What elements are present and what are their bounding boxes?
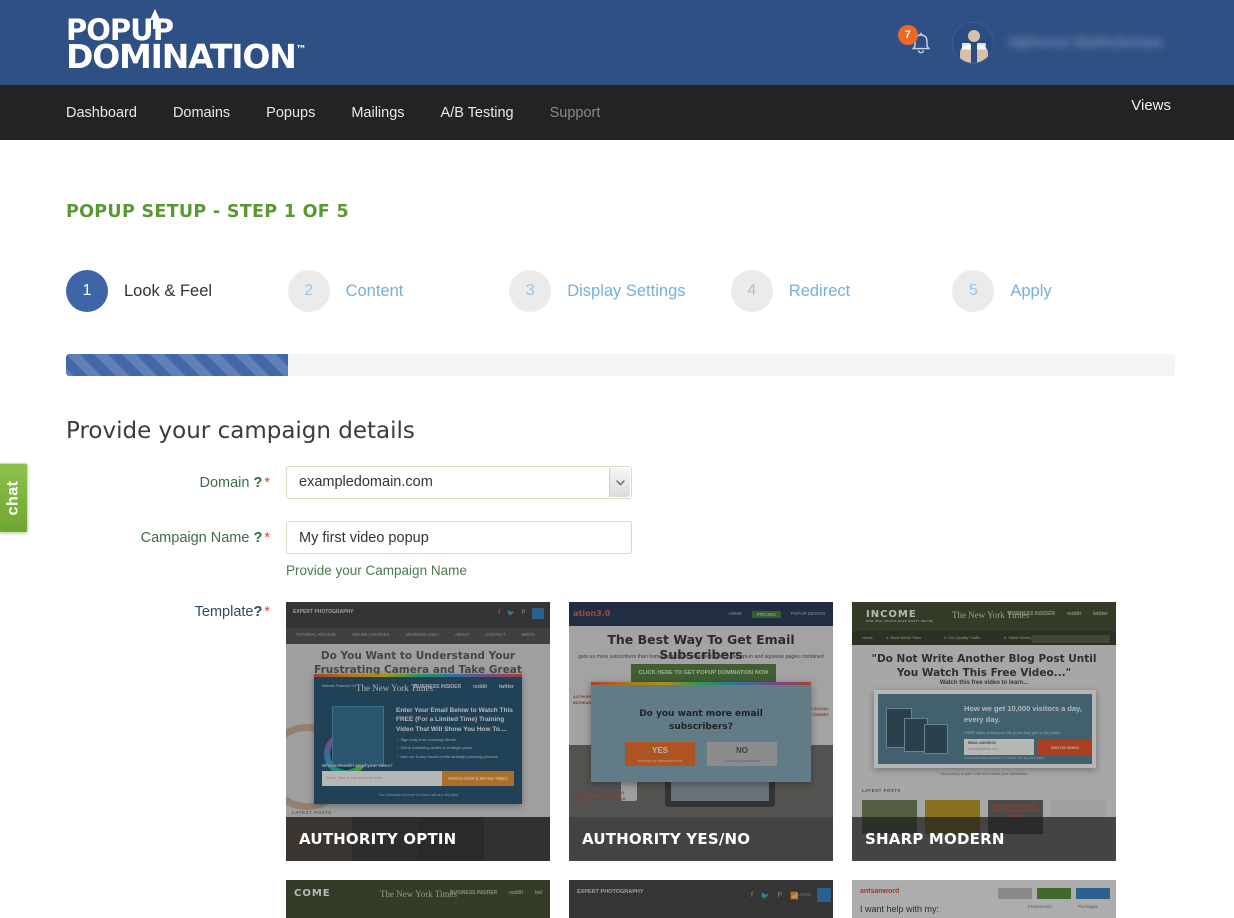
logo-arrow-stem — [153, 19, 157, 29]
step-5-label: Apply — [1010, 281, 1052, 300]
template-card-row2-1[interactable]: COME The New York Times BUSINESS INSIDER… — [286, 880, 550, 918]
template-card-authority-yes-no[interactable]: ation3.0 HOME PRICING POPUP DESIGN The Bes… — [569, 602, 833, 861]
step-5-number: 5 — [952, 270, 995, 312]
template-field-col: EXPERT PHOTOGRAPHY f🐦P📶 TUTORIAL ARCHIVE… — [286, 600, 1174, 918]
nav-item-ab-testing[interactable]: A/B Testing — [423, 105, 532, 121]
template-grid: EXPERT PHOTOGRAPHY f🐦P📶 TUTORIAL ARCHIVE… — [286, 602, 1174, 918]
step-1-look-and-feel[interactable]: 1 Look & Feel — [66, 270, 288, 312]
page-title: POPUP SETUP - STEP 1 OF 5 — [66, 202, 349, 222]
campaign-name-help-icon[interactable]: ? — [253, 530, 262, 546]
domain-help-icon[interactable]: ? — [253, 475, 262, 491]
step-indicator: 1 Look & Feel 2 Content 3 Display Settin… — [66, 270, 1174, 312]
header-right-area: 7 Alphonse Bartholomew — [896, 0, 1162, 85]
domain-label-text: Domain — [199, 475, 250, 491]
step-4-redirect[interactable]: 4 Redirect — [730, 270, 953, 312]
app-header: POPUP DOMINATION™ 7 Alphonse Bartholomew — [0, 0, 1234, 85]
avatar[interactable] — [951, 21, 994, 64]
template-card-authority-optin[interactable]: EXPERT PHOTOGRAPHY f🐦P📶 TUTORIAL ARCHIVE… — [286, 602, 550, 861]
template-label-text: Template — [194, 604, 254, 620]
nav-item-popups[interactable]: Popups — [248, 105, 333, 121]
logo-trademark: ™ — [295, 42, 307, 56]
step-4-number: 4 — [730, 270, 773, 312]
nav-item-mailings[interactable]: Mailings — [333, 105, 422, 121]
template-card-1-caption: AUTHORITY OPTIN — [286, 817, 550, 861]
nav-items: Dashboard Domains Popups Mailings A/B Te… — [66, 85, 618, 140]
campaign-name-label: Campaign Name ? * — [66, 521, 286, 546]
chat-tab-label: chat — [4, 480, 22, 516]
step-2-number: 2 — [287, 270, 330, 312]
campaign-name-help-text: Provide your Campaign Name — [286, 563, 467, 578]
step-4-label: Redirect — [788, 281, 851, 300]
form-row-template: Template?* EXPERT PHOTOGRAPHY f🐦P📶 TUTOR… — [66, 600, 1174, 918]
domain-label: Domain ? * — [66, 466, 286, 491]
campaign-name-label-text: Campaign Name — [140, 530, 250, 546]
step-2-content[interactable]: 2 Content — [287, 270, 510, 312]
notification-count-badge: 7 — [897, 24, 918, 45]
chevron-down-icon[interactable] — [609, 468, 630, 497]
form-row-domain: Domain ? * exampledomain.com — [66, 466, 1174, 499]
domain-select[interactable]: exampledomain.com — [286, 466, 632, 499]
domain-field-col: exampledomain.com — [286, 466, 1174, 499]
nav-item-domains[interactable]: Domains — [155, 105, 248, 121]
step-3-number: 3 — [509, 270, 552, 312]
progress-bar-track — [66, 354, 1175, 376]
step-1-label: Look & Feel — [124, 281, 213, 300]
template-required-marker: * — [264, 604, 270, 620]
domain-select-value: exampledomain.com — [299, 474, 433, 490]
username-label[interactable]: Alphonse Bartholomew — [1008, 34, 1162, 51]
nav-item-support[interactable]: Support — [532, 105, 619, 121]
template-card-row2-3[interactable]: antsanword I want help with my: Freelanc… — [852, 880, 1116, 918]
campaign-name-required-marker: * — [264, 530, 270, 546]
template-help-icon[interactable]: ? — [253, 604, 262, 620]
nav-item-dashboard[interactable]: Dashboard — [66, 105, 155, 121]
template-card-2-caption: AUTHORITY YES/NO — [569, 817, 833, 861]
template-card-3-caption: SHARP MODERN — [852, 817, 1116, 861]
brand-logo[interactable]: POPUP DOMINATION™ — [66, 9, 307, 76]
progress-bar-fill — [66, 354, 288, 376]
template-card-sharp-modern[interactable]: INCOME HOW REAL PEOPLE MAKE MONEY ONLINE … — [852, 602, 1116, 861]
form-row-campaign-name: Campaign Name ?* Provide your Campaign N… — [66, 521, 1174, 578]
form-heading: Provide your campaign details — [66, 418, 415, 444]
step-5-apply[interactable]: 5 Apply — [952, 270, 1174, 312]
chat-tab[interactable]: chat — [0, 463, 28, 533]
logo-line-2: DOMINATION™ — [66, 36, 307, 76]
campaign-name-input[interactable] — [286, 521, 632, 554]
step-3-label: Display Settings — [567, 281, 686, 300]
notifications-button[interactable]: 7 — [896, 23, 940, 63]
step-3-display-settings[interactable]: 3 Display Settings — [509, 270, 731, 312]
main-navbar: Dashboard Domains Popups Mailings A/B Te… — [0, 85, 1234, 140]
step-1-number: 1 — [66, 270, 108, 312]
main-content: POPUP SETUP - STEP 1 OF 5 1 Look & Feel … — [0, 202, 1234, 918]
step-2-label: Content — [345, 281, 404, 300]
nav-views-link[interactable]: Views — [1131, 97, 1171, 114]
domain-required-marker: * — [264, 475, 270, 491]
template-label: Template? * — [66, 600, 286, 620]
campaign-name-field-col: Provide your Campaign Name — [286, 521, 1174, 578]
template-card-row2-2[interactable]: EXPERT PHOTOGRAPHY f 🐦 P 📶 LOGIN — [569, 880, 833, 918]
